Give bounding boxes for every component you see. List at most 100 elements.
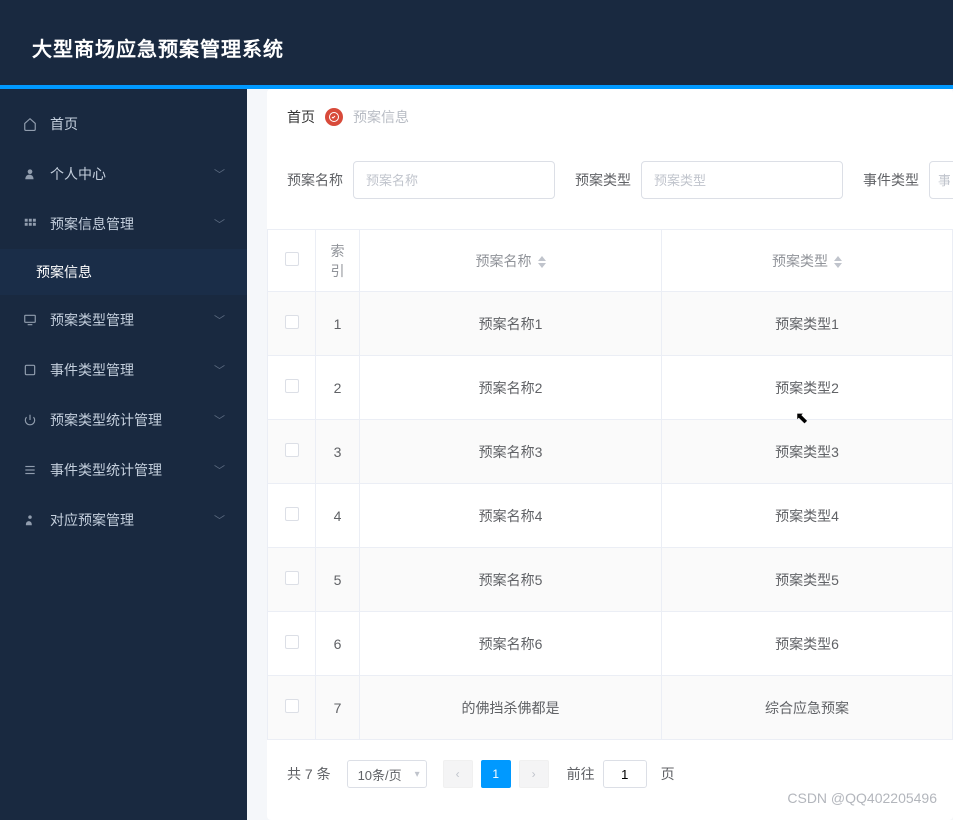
- cell-name: 预案名称4: [360, 484, 662, 548]
- sidebar-item-profile[interactable]: 个人中心 ﹀: [0, 149, 247, 199]
- row-checkbox[interactable]: [285, 507, 299, 521]
- search-input-name[interactable]: [353, 161, 555, 199]
- search-label-event: 事件类型: [863, 170, 919, 190]
- data-table: 索引 预案名称 预案类型 1预案名称1预案类型12预案名称2预案类型23预案名称…: [267, 229, 953, 740]
- sidebar: 首页 个人中心 ﹀ 预案信息管理 ﹀ 预案信息 预案类型管理 ﹀ 事件类型管理 …: [0, 89, 247, 820]
- chevron-down-icon: ▾: [415, 769, 420, 780]
- search-label-type: 预案类型: [575, 170, 631, 190]
- sidebar-item-label: 事件类型统计管理: [50, 460, 162, 480]
- table-row[interactable]: 4预案名称4预案类型4: [268, 484, 953, 548]
- page-jump-suffix: 页: [661, 764, 675, 784]
- sidebar-item-label: 预案信息管理: [50, 214, 134, 234]
- cell-type: 综合应急预案: [662, 676, 953, 740]
- square-icon: [22, 362, 38, 378]
- cell-index: 2: [316, 356, 360, 420]
- cell-index: 7: [316, 676, 360, 740]
- chevron-down-icon: ﹀: [214, 412, 225, 428]
- search-label-name: 预案名称: [287, 170, 343, 190]
- chevron-down-icon: ﹀: [214, 312, 225, 328]
- col-header-name[interactable]: 预案名称: [360, 230, 662, 292]
- sidebar-item-label: 个人中心: [50, 164, 106, 184]
- table-row[interactable]: 7的佛挡杀佛都是综合应急预案: [268, 676, 953, 740]
- cell-type: 预案类型5: [662, 548, 953, 612]
- monitor-icon: [22, 312, 38, 328]
- cell-index: 6: [316, 612, 360, 676]
- list-icon: [22, 462, 38, 478]
- sidebar-item-home[interactable]: 首页: [0, 99, 247, 149]
- row-checkbox[interactable]: [285, 379, 299, 393]
- cell-type: 预案类型2: [662, 356, 953, 420]
- select-all-checkbox[interactable]: [285, 252, 299, 266]
- page-jump-input[interactable]: [603, 760, 647, 788]
- page-size-select[interactable]: 10条/页 ▾: [347, 760, 427, 788]
- cell-type: 预案类型6: [662, 612, 953, 676]
- sidebar-item-label: 首页: [50, 114, 78, 134]
- chevron-down-icon: ﹀: [214, 462, 225, 478]
- sort-icon[interactable]: [834, 256, 842, 268]
- page-next-button[interactable]: ›: [519, 760, 549, 788]
- table-row[interactable]: 2预案名称2预案类型2: [268, 356, 953, 420]
- sidebar-item-plan-type-stats[interactable]: 预案类型统计管理 ﹀: [0, 395, 247, 445]
- table-row[interactable]: 5预案名称5预案类型5: [268, 548, 953, 612]
- topbar: [0, 0, 953, 9]
- pagination: 共 7 条 10条/页 ▾ ‹ 1 › 前往 页: [267, 760, 953, 788]
- sidebar-item-plan-type-mgmt[interactable]: 预案类型管理 ﹀: [0, 295, 247, 345]
- cell-type: 预案类型4: [662, 484, 953, 548]
- page-number-button[interactable]: 1: [481, 760, 511, 788]
- table-row[interactable]: 3预案名称3预案类型3: [268, 420, 953, 484]
- table-header-row: 索引 预案名称 预案类型: [268, 230, 953, 292]
- page-total: 共 7 条: [287, 764, 331, 784]
- cell-type: 预案类型3: [662, 420, 953, 484]
- sidebar-item-label: 事件类型管理: [50, 360, 134, 380]
- search-input-type[interactable]: [641, 161, 843, 199]
- cell-name: 的佛挡杀佛都是: [360, 676, 662, 740]
- col-header-type[interactable]: 预案类型: [662, 230, 953, 292]
- row-checkbox[interactable]: [285, 443, 299, 457]
- sidebar-subitem-label: 预案信息: [36, 262, 92, 282]
- row-checkbox[interactable]: [285, 315, 299, 329]
- cell-type: 预案类型1: [662, 292, 953, 356]
- user-icon: [22, 166, 38, 182]
- power-icon: [22, 412, 38, 428]
- chevron-down-icon: ﹀: [214, 362, 225, 378]
- sidebar-item-event-type-stats[interactable]: 事件类型统计管理 ﹀: [0, 445, 247, 495]
- search-input-event[interactable]: [929, 161, 953, 199]
- person-icon: [22, 512, 38, 528]
- page-prev-button[interactable]: ‹: [443, 760, 473, 788]
- sidebar-item-event-type-mgmt[interactable]: 事件类型管理 ﹀: [0, 345, 247, 395]
- app-title: 大型商场应急预案管理系统: [32, 33, 284, 62]
- chevron-down-icon: ﹀: [214, 216, 225, 232]
- sidebar-item-label: 预案类型管理: [50, 310, 134, 330]
- cell-index: 3: [316, 420, 360, 484]
- main-content: 首页 预案信息 预案名称 预案类型 事件类型 索引 预案名称 预案: [247, 89, 953, 820]
- cell-index: 4: [316, 484, 360, 548]
- sidebar-item-plan-info-mgmt[interactable]: 预案信息管理 ﹀: [0, 199, 247, 249]
- row-checkbox[interactable]: [285, 635, 299, 649]
- cell-name: 预案名称5: [360, 548, 662, 612]
- sidebar-item-label: 对应预案管理: [50, 510, 134, 530]
- chevron-down-icon: ﹀: [214, 512, 225, 528]
- cell-index: 5: [316, 548, 360, 612]
- chevron-down-icon: ﹀: [214, 166, 225, 182]
- table-row[interactable]: 1预案名称1预案类型1: [268, 292, 953, 356]
- header: 大型商场应急预案管理系统: [0, 9, 953, 85]
- cell-name: 预案名称2: [360, 356, 662, 420]
- sort-icon[interactable]: [538, 256, 546, 268]
- sidebar-item-label: 预案类型统计管理: [50, 410, 162, 430]
- row-checkbox[interactable]: [285, 571, 299, 585]
- cell-index: 1: [316, 292, 360, 356]
- cell-name: 预案名称6: [360, 612, 662, 676]
- sidebar-subitem-plan-info[interactable]: 预案信息: [0, 249, 247, 295]
- grid-icon: [22, 216, 38, 232]
- sidebar-item-corresponding-plan[interactable]: 对应预案管理 ﹀: [0, 495, 247, 545]
- table-row[interactable]: 6预案名称6预案类型6: [268, 612, 953, 676]
- breadcrumb-home[interactable]: 首页: [287, 107, 315, 127]
- cell-name: 预案名称1: [360, 292, 662, 356]
- col-header-index: 索引: [316, 230, 360, 292]
- home-icon: [22, 116, 38, 132]
- breadcrumb-current: 预案信息: [353, 107, 409, 127]
- cell-name: 预案名称3: [360, 420, 662, 484]
- breadcrumb-badge-icon: [325, 108, 343, 126]
- row-checkbox[interactable]: [285, 699, 299, 713]
- search-row: 预案名称 预案类型 事件类型: [267, 141, 953, 229]
